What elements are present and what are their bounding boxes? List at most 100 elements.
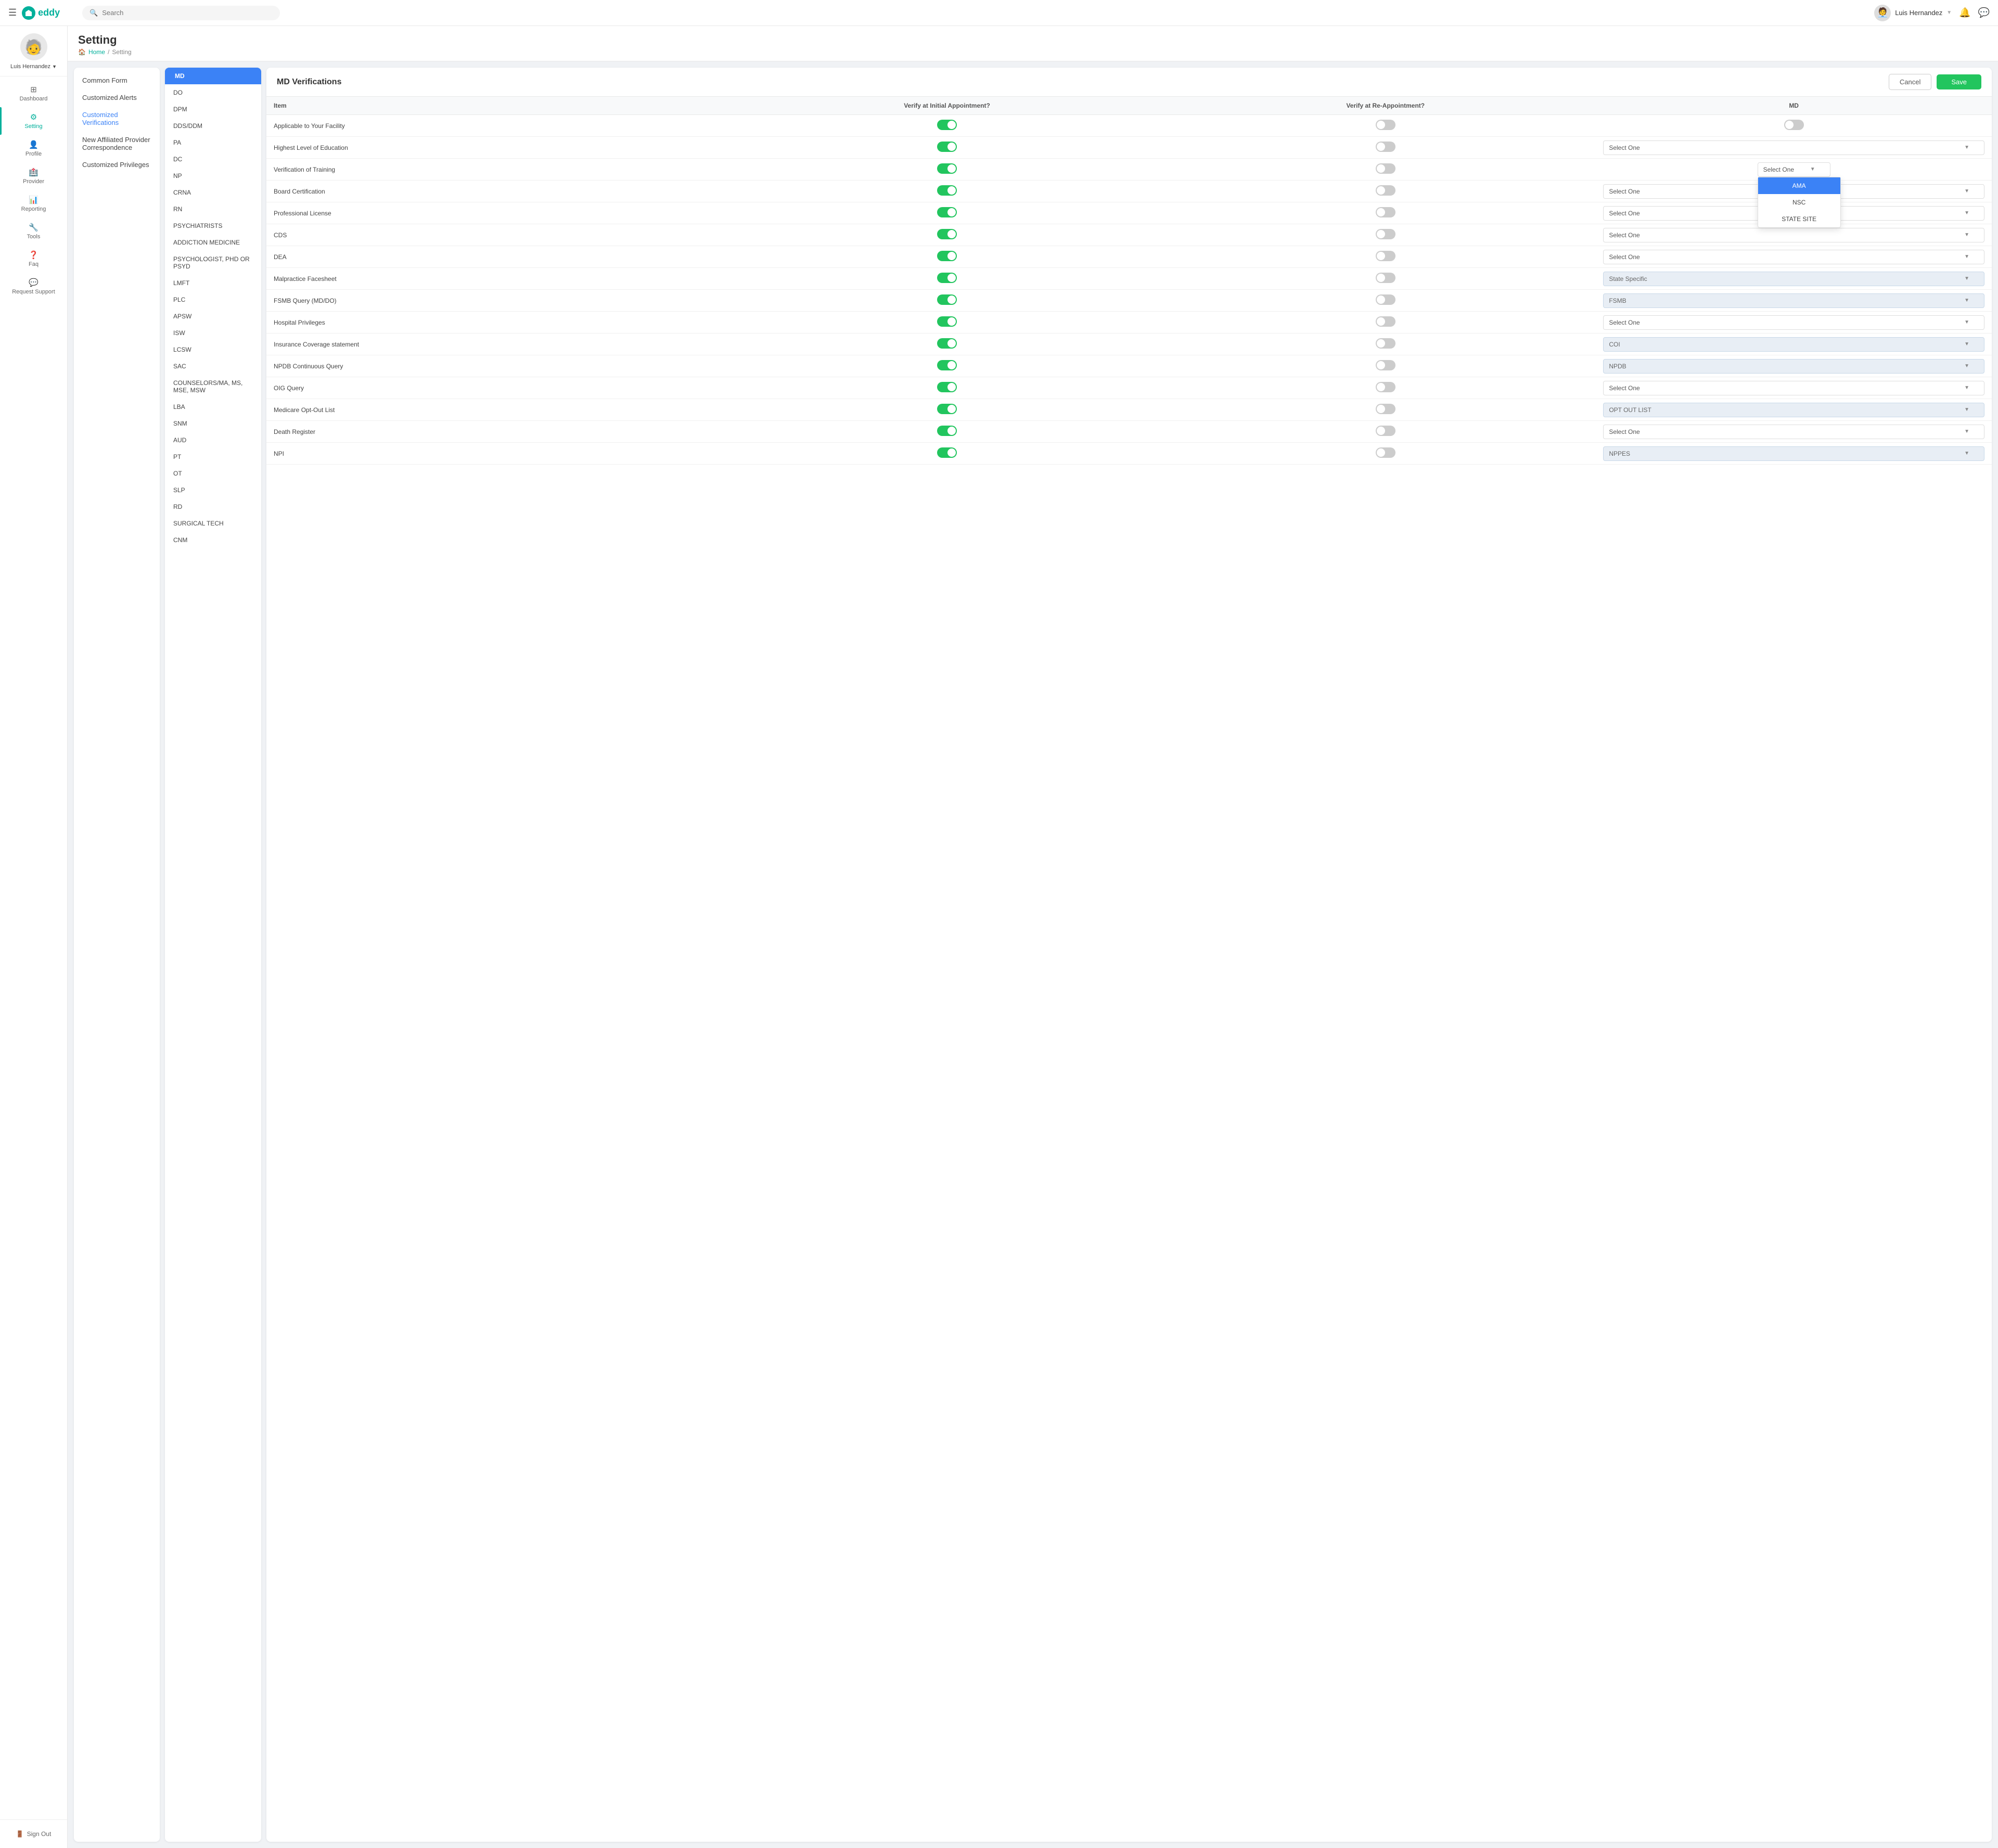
type-nav-dpm[interactable]: DPM: [165, 101, 261, 118]
dropdown-item[interactable]: AMA: [1758, 177, 1840, 194]
type-nav-isw[interactable]: ISW: [165, 325, 261, 341]
md-toggle[interactable]: [1784, 120, 1804, 130]
md-select-disabled[interactable]: FSMB▼: [1603, 293, 1984, 308]
subnav-customized-alerts[interactable]: Customized Alerts: [74, 89, 160, 106]
subnav-common-form[interactable]: Common Form: [74, 72, 160, 89]
dropdown-item[interactable]: STATE SITE: [1758, 211, 1840, 227]
type-nav-apsw[interactable]: APSW: [165, 308, 261, 325]
initial-toggle[interactable]: [937, 120, 957, 130]
md-select[interactable]: Select One▼: [1603, 425, 1984, 439]
md-select[interactable]: Select One▼: [1603, 315, 1984, 330]
initial-toggle[interactable]: [937, 360, 957, 370]
md-select[interactable]: Select One▼: [1603, 228, 1984, 242]
type-nav-psychologist[interactable]: PSYCHOLOGIST, PHD OR PSYD: [165, 251, 261, 275]
type-nav-np[interactable]: NP: [165, 168, 261, 184]
md-select[interactable]: Select One▼: [1603, 381, 1984, 395]
subnav-customized-verifications[interactable]: Customized Verifications: [74, 106, 160, 131]
search-input[interactable]: [102, 9, 273, 17]
user-info[interactable]: 🧑‍💼 Luis Hernandez ▼: [1874, 5, 1952, 21]
type-nav-rn[interactable]: RN: [165, 201, 261, 217]
type-nav-md[interactable]: MD: [165, 68, 261, 84]
md-select-disabled[interactable]: NPDB▼: [1603, 359, 1984, 374]
sidebar-item-request-support[interactable]: 💬 Request Support: [0, 273, 67, 300]
dropdown-item[interactable]: NSC: [1758, 194, 1840, 211]
initial-toggle[interactable]: [937, 229, 957, 239]
reappointment-toggle[interactable]: [1376, 426, 1395, 436]
type-nav-rd[interactable]: RD: [165, 498, 261, 515]
subnav-customized-privileges[interactable]: Customized Privileges: [74, 156, 160, 173]
cancel-button[interactable]: Cancel: [1889, 74, 1931, 90]
reappointment-toggle[interactable]: [1376, 360, 1395, 370]
initial-toggle[interactable]: [937, 382, 957, 392]
reappointment-toggle[interactable]: [1376, 251, 1395, 261]
type-nav-dds-ddm[interactable]: DDS/DDM: [165, 118, 261, 134]
sidebar-item-setting[interactable]: ⚙ Setting: [0, 107, 67, 135]
sidebar-item-provider[interactable]: 🏥 Provider: [0, 162, 67, 190]
initial-toggle[interactable]: [937, 207, 957, 217]
md-select-disabled[interactable]: COI▼: [1603, 337, 1984, 352]
md-select-disabled[interactable]: OPT OUT LIST▼: [1603, 403, 1984, 417]
md-select-disabled[interactable]: State Specific▼: [1603, 272, 1984, 286]
type-nav-pa[interactable]: PA: [165, 134, 261, 151]
type-nav-counselors[interactable]: COUNSELORS/MA, MS, MSE, MSW: [165, 375, 261, 399]
initial-toggle[interactable]: [937, 316, 957, 327]
type-nav-addiction-medicine[interactable]: ADDICTION MEDICINE: [165, 234, 261, 251]
reappointment-toggle[interactable]: [1376, 142, 1395, 152]
initial-toggle[interactable]: [937, 426, 957, 436]
reappointment-toggle[interactable]: [1376, 207, 1395, 217]
initial-toggle[interactable]: [937, 163, 957, 174]
sidebar-item-tools[interactable]: 🔧 Tools: [0, 217, 67, 245]
initial-toggle[interactable]: [937, 338, 957, 349]
type-nav-surgical-tech[interactable]: SURGICAL TECH: [165, 515, 261, 532]
type-nav-do[interactable]: DO: [165, 84, 261, 101]
sidebar-item-reporting[interactable]: 📊 Reporting: [0, 190, 67, 217]
initial-toggle[interactable]: [937, 294, 957, 305]
save-button[interactable]: Save: [1937, 74, 1981, 89]
reappointment-toggle[interactable]: [1376, 404, 1395, 414]
sidebar-item-profile[interactable]: 👤 Profile: [0, 135, 67, 162]
reappointment-toggle[interactable]: [1376, 316, 1395, 327]
reappointment-toggle[interactable]: [1376, 382, 1395, 392]
type-nav-lmft[interactable]: LMFT: [165, 275, 261, 291]
type-nav-cnm[interactable]: CNM: [165, 532, 261, 548]
type-nav-lcsw[interactable]: LCSW: [165, 341, 261, 358]
notification-icon[interactable]: 🔔: [1959, 7, 1970, 18]
reappointment-toggle[interactable]: [1376, 447, 1395, 458]
md-select[interactable]: Select One▼: [1603, 250, 1984, 264]
initial-toggle[interactable]: [937, 404, 957, 414]
sidebar-item-faq[interactable]: ❓ Faq: [0, 245, 67, 273]
initial-toggle[interactable]: [937, 447, 957, 458]
reappointment-toggle[interactable]: [1376, 294, 1395, 305]
type-nav-ot[interactable]: OT: [165, 465, 261, 482]
type-nav-pt[interactable]: PT: [165, 448, 261, 465]
sidebar-item-dashboard[interactable]: ⊞ Dashboard: [0, 80, 67, 107]
type-nav-sac[interactable]: SAC: [165, 358, 261, 375]
type-nav-lba[interactable]: LBA: [165, 399, 261, 415]
message-icon[interactable]: 💬: [1978, 7, 1990, 18]
breadcrumb-home[interactable]: Home: [88, 48, 105, 56]
initial-toggle[interactable]: [937, 273, 957, 283]
type-nav-dc[interactable]: DC: [165, 151, 261, 168]
md-cell: Select One▼AMANSCSTATE SITE: [1596, 159, 1992, 181]
initial-toggle[interactable]: [937, 142, 957, 152]
reappointment-toggle[interactable]: [1376, 273, 1395, 283]
signout-button[interactable]: 🚪 Sign Out: [0, 1825, 67, 1843]
type-nav-slp[interactable]: SLP: [165, 482, 261, 498]
initial-toggle[interactable]: [937, 185, 957, 196]
type-nav-plc[interactable]: PLC: [165, 291, 261, 308]
type-nav-psychiatrists[interactable]: PSYCHIATRISTS: [165, 217, 261, 234]
reappointment-toggle[interactable]: [1376, 120, 1395, 130]
reappointment-toggle[interactable]: [1376, 163, 1395, 174]
initial-toggle[interactable]: [937, 251, 957, 261]
reappointment-toggle[interactable]: [1376, 338, 1395, 349]
md-select[interactable]: Select One▼: [1758, 162, 1830, 177]
subnav-new-affiliated[interactable]: New Affiliated Provider Correspondence: [74, 131, 160, 156]
reappointment-toggle[interactable]: [1376, 229, 1395, 239]
md-select[interactable]: Select One▼: [1603, 140, 1984, 155]
type-nav-snm[interactable]: SNM: [165, 415, 261, 432]
hamburger-icon[interactable]: ☰: [8, 7, 17, 18]
reappointment-toggle[interactable]: [1376, 185, 1395, 196]
type-nav-aud[interactable]: AUD: [165, 432, 261, 448]
md-select-disabled[interactable]: NPPES▼: [1603, 446, 1984, 461]
type-nav-crna[interactable]: CRNA: [165, 184, 261, 201]
